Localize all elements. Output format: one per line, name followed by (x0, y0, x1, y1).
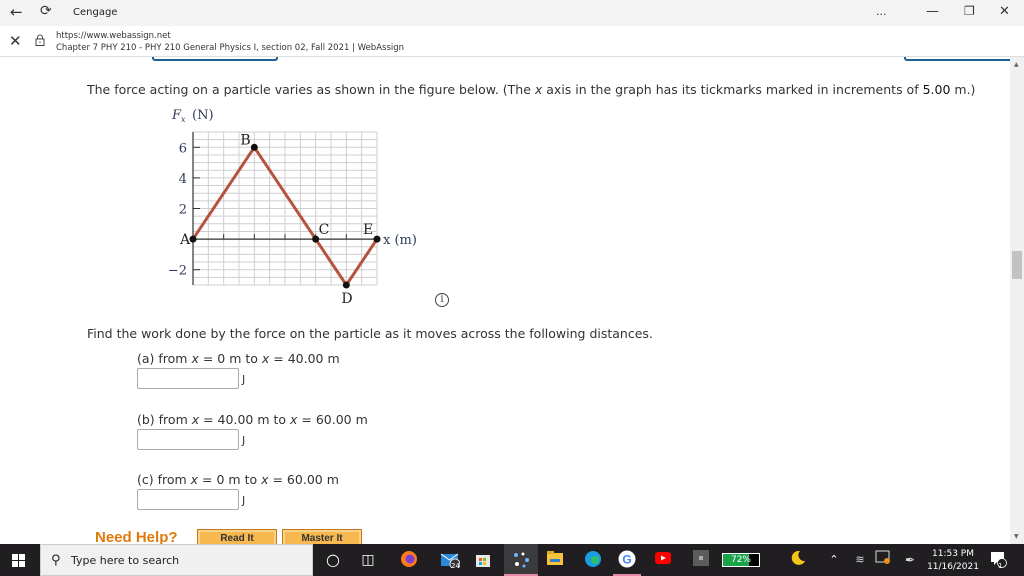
close-icon[interactable]: ✕ (9, 32, 22, 50)
firefox-icon[interactable] (399, 550, 419, 570)
point-label-c: C (319, 222, 330, 238)
restore-icon[interactable]: ❐ (964, 4, 975, 18)
vertical-scrollbar[interactable]: ▲ ▼ (1010, 57, 1024, 544)
app-gray-icon[interactable] (691, 550, 711, 570)
part-label: (b) from (137, 412, 192, 427)
page-title: Chapter 7 PHY 210 - PHY 210 General Phys… (56, 43, 405, 53)
address-bar: ✕ https://www.webassign.net Chapter 7 PH… (0, 26, 1024, 57)
part-b-label: (b) from x = 40.00 m to x = 60.00 m (137, 412, 368, 427)
data-point-a (189, 235, 197, 243)
unit-label: J (242, 434, 246, 447)
pen-icon[interactable]: ✒ (900, 550, 920, 570)
date: 11/16/2021 (927, 562, 979, 572)
unit-label: J (242, 373, 246, 386)
increment-value: 5.00 (922, 82, 951, 97)
y-tick-label: −2 (168, 264, 187, 279)
window-close-icon[interactable]: ✕ (999, 4, 1010, 19)
master-it-button[interactable]: Master It (282, 529, 362, 544)
show-hidden-icons-chevron-icon[interactable]: ⌃ (824, 550, 844, 570)
battery-percent: 72% (730, 555, 751, 565)
previous-panel-edge (152, 57, 278, 61)
part-range-end: = 60.00 m (297, 412, 368, 427)
y-tick-label: 6 (179, 141, 187, 156)
task-view-icon[interactable]: ◫ (358, 550, 378, 570)
windows-taskbar: ⚲ Type here to search ○ ◫ 24 G 72% ⌃ ≋ ✒… (0, 544, 1024, 576)
intro-text-2: axis in the graph has its tickmarks mark… (542, 82, 923, 97)
file-explorer-icon[interactable] (545, 550, 565, 570)
answer-a-input[interactable] (137, 368, 239, 389)
time: 11:53 PM (932, 549, 974, 559)
data-point-d (342, 281, 350, 289)
scroll-thumb[interactable] (1012, 251, 1022, 279)
url-text[interactable]: https://www.webassign.net (56, 31, 171, 41)
app-pinwheel-icon[interactable] (511, 550, 531, 570)
part-label: (a) from (137, 351, 192, 366)
more-menu-button[interactable]: ... (876, 5, 887, 18)
app-title: Cengage (73, 7, 118, 18)
lock-icon (35, 34, 45, 46)
x-variable: x (261, 472, 269, 487)
chrome-google-icon[interactable]: G (617, 550, 637, 570)
svg-text:G: G (622, 553, 631, 567)
store-icon[interactable] (473, 550, 493, 570)
edge-icon[interactable] (583, 550, 603, 570)
previous-panel-edge-right (904, 57, 1010, 61)
night-light-moon-icon[interactable] (788, 550, 808, 570)
page-content: The force acting on a particle varies as… (0, 57, 1010, 544)
x-variable: x (190, 472, 199, 487)
part-c-label: (c) from x = 0 m to x = 60.00 m (137, 472, 339, 487)
browser-titlebar: ← ⟳ Cengage ... — ❐ ✕ (0, 0, 1024, 26)
y-tick-label: 4 (179, 172, 187, 187)
data-point-b (250, 143, 258, 151)
wifi-icon[interactable]: ≋ (850, 550, 870, 570)
mail-badge: 24 (451, 562, 460, 570)
force-graph: 642−2F x (N)x (m)ABCDE (168, 108, 417, 307)
x-axis-label: x (m) (383, 233, 417, 248)
minimize-icon[interactable]: — (926, 4, 939, 19)
refresh-icon[interactable]: ⟳ (40, 3, 52, 19)
point-label-a: A (179, 232, 191, 248)
search-icon: ⚲ (51, 553, 61, 568)
part-a-label: (a) from x = 0 m to x = 40.00 m (137, 351, 340, 366)
unit-label: J (242, 494, 246, 507)
data-point-e (373, 235, 381, 243)
part-range-end: = 40.00 m (269, 351, 340, 366)
y-tick-label: 2 (179, 203, 187, 218)
meet-now-icon[interactable] (873, 550, 893, 570)
info-icon[interactable]: i (435, 293, 449, 307)
x-variable: x (191, 351, 199, 366)
find-instructions: Find the work done by the force on the p… (87, 326, 653, 341)
part-range-start: = 40.00 m to (199, 412, 290, 427)
point-label-d: D (341, 291, 352, 307)
point-label-b: B (240, 132, 250, 148)
answer-b-input[interactable] (137, 429, 239, 450)
cortana-icon[interactable]: ○ (323, 550, 343, 570)
intro-text-3: m.) (950, 82, 976, 97)
clock[interactable]: 11:53 PM 11/16/2021 (925, 548, 981, 574)
y-axis-unit: (N) (192, 108, 214, 123)
windows-start-icon[interactable] (12, 554, 25, 567)
notification-count: 1 (998, 562, 1003, 570)
scroll-up-icon[interactable]: ▲ (1014, 61, 1019, 68)
point-label-e: E (363, 222, 373, 238)
need-help-label: Need Help? (95, 529, 178, 544)
search-placeholder: Type here to search (71, 554, 180, 567)
part-range-start: = 0 m to (198, 351, 262, 366)
y-axis-label-subscript: x (181, 115, 186, 124)
youtube-icon[interactable] (653, 550, 673, 570)
back-arrow-icon[interactable]: ← (10, 3, 23, 21)
part-label: (c) from (137, 472, 191, 487)
battery-indicator[interactable]: 72% (722, 553, 760, 567)
intro-text-1: The force acting on a particle varies as… (87, 82, 535, 97)
question-intro: The force acting on a particle varies as… (87, 82, 975, 97)
read-it-button[interactable]: Read It (197, 529, 277, 544)
part-range-start: = 0 m to (198, 472, 262, 487)
taskbar-search-box[interactable]: ⚲ Type here to search (40, 544, 313, 576)
scroll-down-icon[interactable]: ▼ (1014, 533, 1019, 540)
part-range-end: = 60.00 m (268, 472, 339, 487)
answer-c-input[interactable] (137, 489, 239, 510)
